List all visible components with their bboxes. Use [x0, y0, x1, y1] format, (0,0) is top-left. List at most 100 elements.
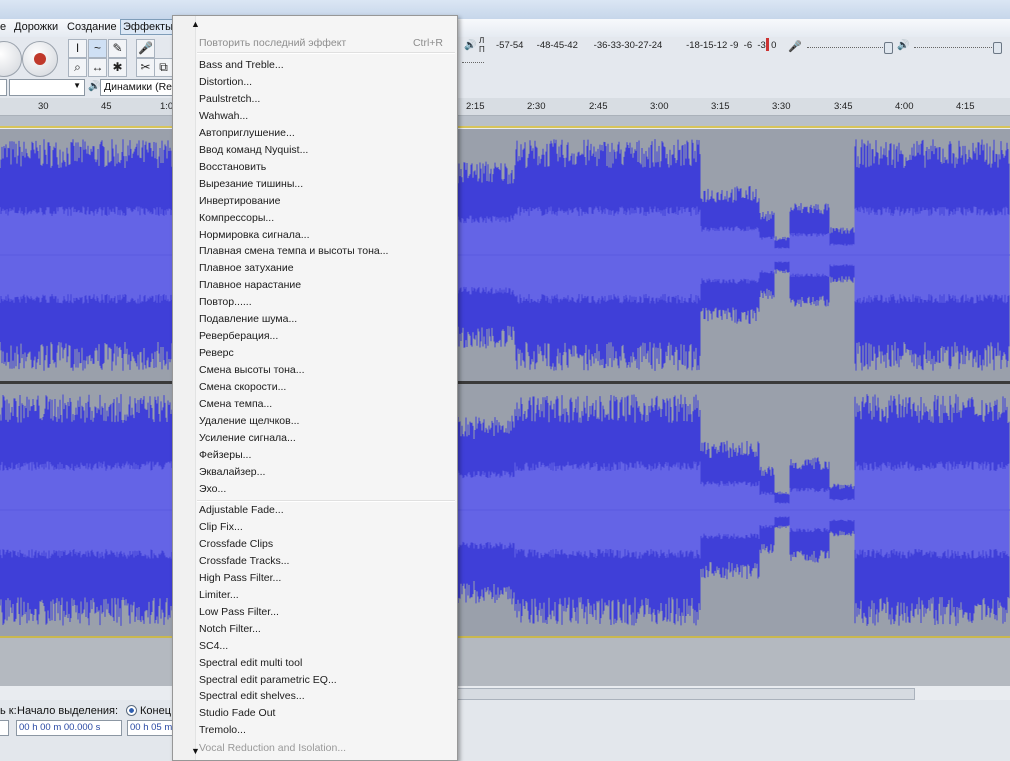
selection-end-time[interactable]: 00 h 05 m	[127, 720, 175, 736]
output-volume-track	[914, 47, 998, 49]
menu-item[interactable]: Удаление щелчков...	[199, 415, 299, 427]
multi-tool-icon[interactable]: ✱	[108, 58, 127, 77]
menu-item[interactable]: Paulstretch...	[199, 93, 260, 105]
menu-scroll-down-icon[interactable]: ▼	[191, 746, 200, 756]
menu-item[interactable]: Spectral edit multi tool	[199, 657, 302, 669]
menu-item-partial: Vocal Reduction and Isolation...	[199, 742, 347, 754]
record-icon	[34, 53, 46, 65]
track-top-border	[0, 126, 1010, 128]
menu-item[interactable]: Crossfade Tracks...	[199, 555, 289, 567]
menu-item[interactable]: Нормировка сигнала...	[199, 229, 310, 241]
menu-item[interactable]: Реверс	[199, 347, 234, 359]
empty-track-area[interactable]	[0, 638, 1010, 686]
selection-tool-icon[interactable]: I	[68, 39, 87, 58]
meter-channels: Л П	[479, 36, 485, 54]
timeline-ruler[interactable]: 30 45 1:0 2:15 2:30 2:45 3:00 3:15 3:30 …	[0, 98, 1010, 116]
menu-item-view[interactable]: е	[0, 21, 6, 33]
menu-item[interactable]: Инвертирование	[199, 195, 280, 207]
end-label: Конец	[140, 705, 172, 717]
radio-selected-icon[interactable]	[126, 705, 137, 716]
input-volume-icon: 🎤	[788, 41, 802, 53]
snap-combo[interactable]	[0, 720, 9, 736]
menu-item[interactable]: Low Pass Filter...	[199, 606, 279, 618]
input-volume-slider[interactable]	[884, 42, 893, 54]
waveform-channel-left[interactable]	[0, 129, 1010, 381]
mic-meter-icon[interactable]: 🎤	[136, 39, 155, 58]
window-title-strip	[0, 0, 1010, 19]
menu-item[interactable]: Adjustable Fade...	[199, 504, 284, 516]
ruler-tick: 45	[101, 101, 112, 112]
menu-item[interactable]: Смена темпа...	[199, 398, 272, 410]
menu-item[interactable]: Notch Filter...	[199, 623, 261, 635]
record-button[interactable]	[22, 41, 58, 77]
menu-item[interactable]: Плавное затухание	[199, 262, 294, 274]
menu-item[interactable]: Компрессоры...	[199, 212, 274, 224]
menu-item[interactable]: Crossfade Clips	[199, 538, 273, 550]
ruler-tick: 30	[38, 101, 49, 112]
waveform-channel-right[interactable]	[0, 384, 1010, 636]
output-volume-slider[interactable]	[993, 42, 1002, 54]
menu-item-repeat-last-effect: Повторить последний эффект	[199, 37, 347, 49]
meter-clip-indicator	[766, 38, 769, 51]
speaker-meter-icon: 🔊	[464, 40, 477, 51]
menu-item[interactable]: Смена высоты тона...	[199, 364, 305, 376]
menu-item[interactable]: High Pass Filter...	[199, 572, 281, 584]
menu-item-tracks[interactable]: Дорожки	[14, 21, 58, 33]
menu-item[interactable]: Эхо...	[199, 483, 226, 495]
ruler-tick: 2:45	[589, 101, 608, 112]
menu-item[interactable]: Подавление шума...	[199, 313, 297, 325]
host-combo[interactable]	[0, 79, 7, 96]
envelope-tool-icon[interactable]: ~	[88, 39, 107, 58]
menu-item[interactable]: Плавная смена темпа и высоты тона...	[199, 245, 388, 257]
ruler-tick: 4:15	[956, 101, 975, 112]
menu-item-generate[interactable]: Создание	[67, 21, 117, 33]
menu-item[interactable]: Spectral edit parametric EQ...	[199, 674, 337, 686]
ruler-tick: 3:30	[772, 101, 791, 112]
menu-item[interactable]: Повтор......	[199, 296, 252, 308]
menu-item[interactable]: Восстановить	[199, 161, 266, 173]
timeshift-tool-icon[interactable]: ↔	[88, 58, 107, 77]
menu-item[interactable]: SC4...	[199, 640, 228, 652]
copy-icon[interactable]: ⧉	[154, 58, 173, 77]
menu-scroll-up-icon[interactable]: ▲	[191, 19, 200, 29]
ruler-tick: 2:15	[466, 101, 485, 112]
menu-item[interactable]: Реверберация...	[199, 330, 278, 342]
menu-item[interactable]: Ввод команд Nyquist...	[199, 144, 308, 156]
cut-icon[interactable]: ✂	[136, 58, 155, 77]
menu-item[interactable]: Distortion...	[199, 76, 252, 88]
meter-bottom-line	[462, 62, 484, 64]
menu-icon-strip	[173, 16, 196, 760]
draw-tool-icon[interactable]: ✎	[108, 39, 127, 58]
selection-start-time[interactable]: 00 h 00 m 00.000 s	[16, 720, 122, 736]
menu-item[interactable]: Limiter...	[199, 589, 239, 601]
menu-separator	[197, 500, 455, 502]
menu-item[interactable]: Вырезание тишины...	[199, 178, 303, 190]
menubar: е Дорожки Создание Эффекты	[0, 19, 1010, 38]
menu-item[interactable]: Эквалайзер...	[199, 466, 265, 478]
effects-menu: ▲ Повторить последний эффект Ctrl+R Bass…	[172, 15, 458, 761]
menu-item[interactable]: Усиление сигнала...	[199, 432, 296, 444]
menu-item[interactable]: Tremolo...	[199, 724, 246, 736]
ruler-tick: 2:30	[527, 101, 546, 112]
waveform-right-svg	[0, 394, 1010, 626]
ruler-tick: 4:00	[895, 101, 914, 112]
ruler-tick: 3:15	[711, 101, 730, 112]
horizontal-scrollbar[interactable]	[455, 688, 915, 700]
menu-item[interactable]: Studio Fade Out	[199, 707, 275, 719]
input-device-combo[interactable]: ▼	[9, 79, 85, 96]
menu-item[interactable]: Смена скорости...	[199, 381, 286, 393]
selection-start-label: Начало выделения:	[17, 705, 119, 717]
meter-scale: -57-54 -48-45-42 -36-33-30-27-24 -18-15-…	[496, 40, 777, 51]
chevron-down-icon: ▼	[73, 81, 81, 90]
menu-item[interactable]: Фейзеры...	[199, 449, 251, 461]
snap-label: ь к:	[0, 705, 17, 717]
menu-item[interactable]: Плавное нарастание	[199, 279, 301, 291]
menu-item[interactable]: Clip Fix...	[199, 521, 243, 533]
ruler-tick: 3:00	[650, 101, 669, 112]
menu-item[interactable]: Wahwah...	[199, 110, 248, 122]
menu-item[interactable]: Bass and Treble...	[199, 59, 284, 71]
menu-item-effects[interactable]: Эффекты	[120, 19, 177, 35]
zoom-tool-icon[interactable]: ⌕	[68, 58, 87, 77]
menu-item[interactable]: Spectral edit shelves...	[199, 690, 305, 702]
menu-item[interactable]: Автоприглушение...	[199, 127, 295, 139]
